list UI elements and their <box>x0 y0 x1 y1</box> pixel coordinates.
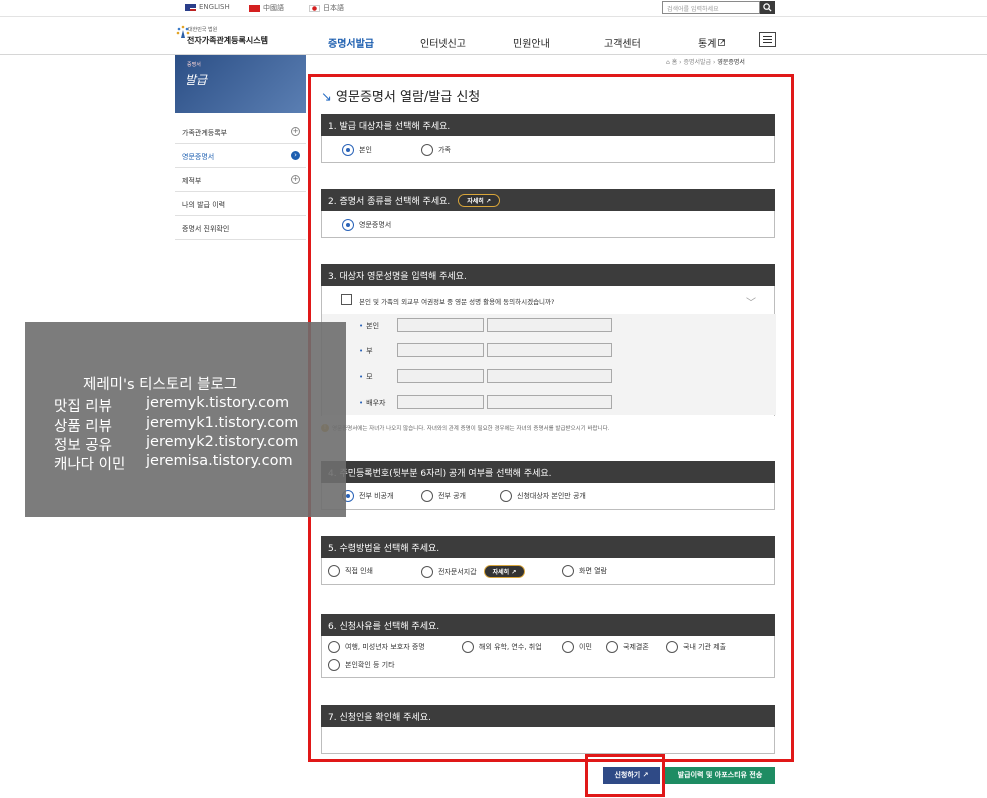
jp-flag-icon <box>309 4 320 12</box>
watermark-url: jeremyk.tistory.com <box>146 395 290 411</box>
sidebar-item-label: 증명서 진위확인 <box>182 225 230 233</box>
main-header <box>0 17 987 55</box>
nav-civil-guide[interactable]: 민원안내 <box>513 35 550 50</box>
watermark-title: 제레미's 티스토리 블로그 <box>83 377 238 393</box>
watermark-label: 상품 리뷰 <box>54 419 112 435</box>
nav-customer-center[interactable]: 고객센터 <box>604 35 641 50</box>
breadcrumb-home[interactable]: 홈 <box>672 59 678 66</box>
sidebar-item-label: 나의 발급 이력 <box>182 201 226 209</box>
watermark-url: jeremisa.tistory.com <box>146 453 293 469</box>
logo-title[interactable]: 전자가족관계등록시스템 <box>187 35 268 46</box>
search-input[interactable]: 검색어를 입력하세요 <box>662 1 760 14</box>
sidebar-item-removed-register[interactable]: 제적부 + <box>175 168 306 192</box>
sidebar-banner-title: 발급 <box>185 73 208 87</box>
sidebar-item-verify[interactable]: 증명서 진위확인 <box>175 216 306 240</box>
highlight-box-apply <box>585 754 665 797</box>
sidebar-item-family-register[interactable]: 가족관계등록부 + <box>175 120 306 144</box>
lang-english-label: ENGLISH <box>199 3 230 11</box>
watermark-label: 맛집 리뷰 <box>54 399 112 415</box>
sidebar-item-label: 영문증명서 <box>182 153 215 161</box>
sidebar-item-label: 가족관계등록부 <box>182 129 228 137</box>
watermark-label: 정보 공유 <box>54 438 112 454</box>
watermark-url: jeremyk1.tistory.com <box>146 415 299 431</box>
lang-chinese-link[interactable]: 中國語 <box>249 3 284 13</box>
history-button-label: 발급이력 및 아포스티유 전송 <box>677 771 763 779</box>
breadcrumb: ⌂ 홈 › 증명서발급 › 영문증명서 <box>666 59 745 66</box>
logo-subtitle: 대한민국 법원 <box>188 27 218 33</box>
lang-english-link[interactable]: ENGLISH <box>185 3 230 11</box>
nav-internet-report[interactable]: 인터넷신고 <box>420 35 466 50</box>
watermark-overlay: 제레미's 티스토리 블로그 맛집 리뷰 jeremyk.tistory.com… <box>25 322 346 517</box>
nav-statistics-label: 통계 <box>698 39 717 50</box>
breadcrumb-level2: 영문증명서 <box>717 59 745 66</box>
plus-icon: + <box>291 175 300 184</box>
lang-japanese-link[interactable]: 日本語 <box>309 3 344 13</box>
watermark-label: 캐나다 이민 <box>54 457 126 473</box>
lang-japanese-label: 日本語 <box>323 4 344 12</box>
search-icon[interactable] <box>760 1 775 14</box>
home-icon[interactable]: ⌂ <box>666 59 670 66</box>
nav-certificate-issue[interactable]: 증명서발급 <box>328 35 374 50</box>
top-utility-bar <box>0 0 987 17</box>
sidebar-banner-sub: 증명서 <box>187 62 201 68</box>
chevron-right-icon: › <box>291 151 300 160</box>
history-apostille-button[interactable]: 발급이력 및 아포스티유 전송 <box>665 767 775 784</box>
nav-statistics[interactable]: 통계 ↗ <box>698 35 726 50</box>
watermark-url: jeremyk2.tistory.com <box>146 434 299 450</box>
external-link-icon: ↗ <box>718 38 726 46</box>
us-flag-icon <box>185 3 196 11</box>
sidebar-banner: 증명서 발급 <box>175 55 306 113</box>
highlight-box-form <box>308 74 794 762</box>
cn-flag-icon <box>249 4 260 12</box>
hamburger-icon[interactable] <box>759 32 776 47</box>
sidebar-item-my-history[interactable]: 나의 발급 이력 <box>175 192 306 216</box>
sidebar-item-english-certificate[interactable]: 영문증명서 › <box>175 144 306 168</box>
sidebar-item-label: 제적부 <box>182 177 202 185</box>
lang-chinese-label: 中國語 <box>263 4 284 12</box>
breadcrumb-level1[interactable]: 증명서발급 <box>683 59 711 66</box>
plus-icon: + <box>291 127 300 136</box>
